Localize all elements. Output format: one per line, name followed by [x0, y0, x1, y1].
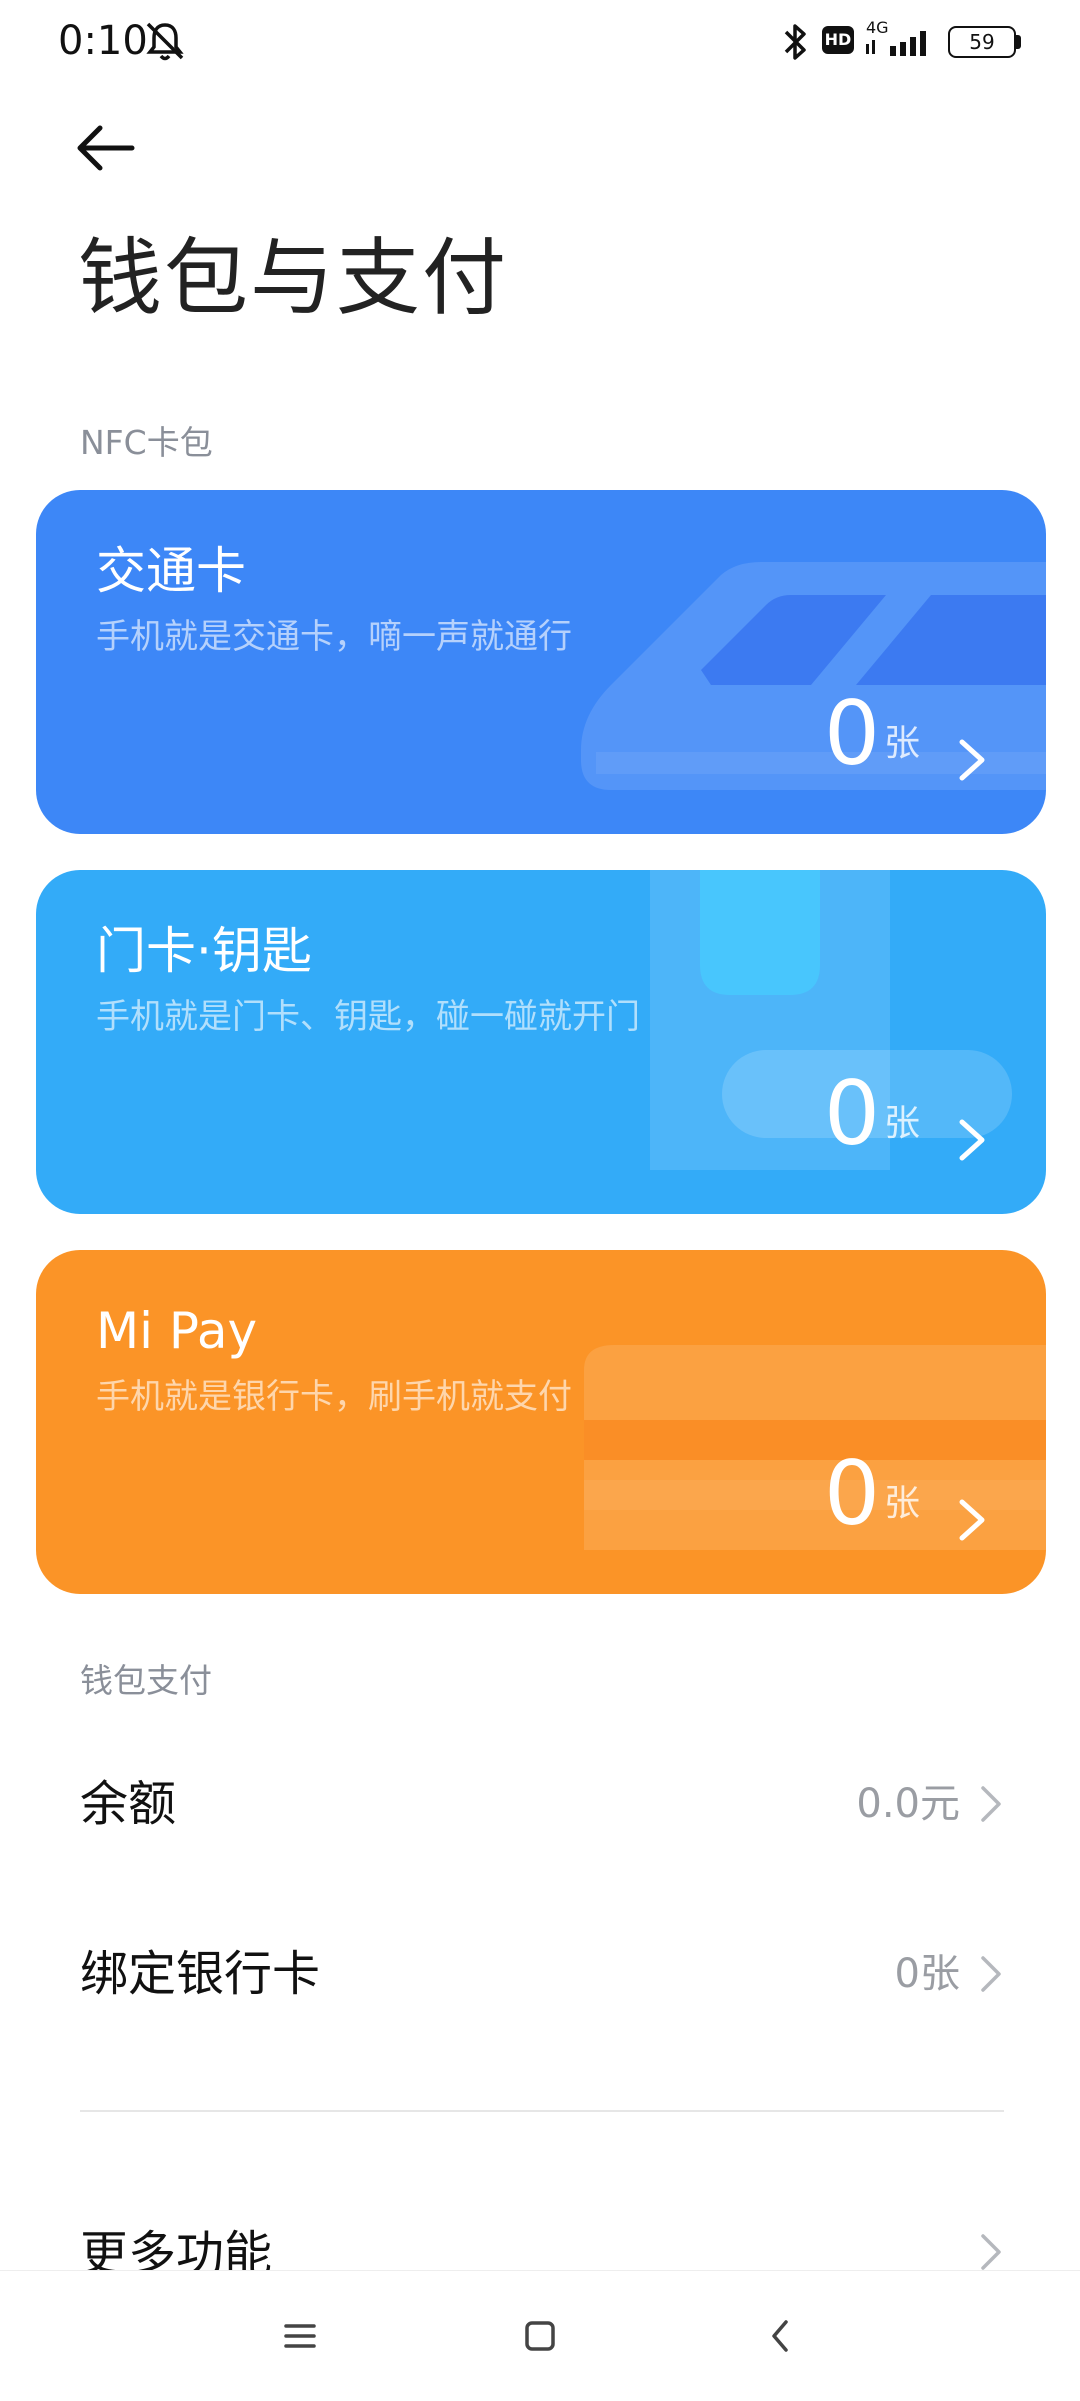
chevron-right-icon	[959, 1499, 985, 1541]
chevron-right-icon	[981, 1786, 1001, 1822]
navigation-bar	[0, 2270, 1080, 2400]
section-label-wallet: 钱包支付	[80, 1661, 212, 1700]
divider	[80, 2110, 1004, 2112]
transit-card[interactable]: 交通卡 手机就是交通卡，嘀一声就通行 0 张	[36, 490, 1046, 834]
bind-bank-card-row[interactable]: 绑定银行卡 0张	[0, 1906, 1080, 2036]
hd-badge: HD	[822, 26, 854, 54]
page-title: 钱包与支付	[78, 229, 509, 327]
section-label-nfc: NFC卡包	[80, 423, 213, 462]
card-title: Mi Pay	[96, 1302, 258, 1360]
chevron-right-icon	[959, 739, 985, 781]
card-subtitle: 手机就是门卡、钥匙，碰一碰就开门	[96, 997, 640, 1037]
home-icon	[525, 2321, 555, 2351]
balance-label: 余额	[80, 1776, 177, 1832]
card-count: 0	[824, 1442, 880, 1545]
nav-back-button[interactable]	[680, 2271, 880, 2401]
card-subtitle: 手机就是交通卡，嘀一声就通行	[96, 617, 572, 657]
bind-bank-card-label: 绑定银行卡	[80, 1946, 321, 2002]
chevron-right-icon	[981, 1956, 1001, 1992]
balance-row[interactable]: 余额 0.0元	[0, 1736, 1080, 1866]
battery-icon: 59	[948, 26, 1016, 58]
signal-icon	[866, 31, 926, 56]
battery-cap	[1016, 35, 1021, 49]
card-unit: 张	[884, 1103, 921, 1144]
access-card[interactable]: 门卡·钥匙 手机就是门卡、钥匙，碰一碰就开门 0 张	[36, 870, 1046, 1214]
mi-pay-card[interactable]: Mi Pay 手机就是银行卡，刷手机就支付 0 张	[36, 1250, 1046, 1594]
bell-muted-icon	[146, 22, 184, 61]
nav-home-button[interactable]	[440, 2271, 640, 2401]
card-title: 交通卡	[96, 542, 246, 600]
status-bar: 0:10 HD 4G 59	[0, 0, 1080, 84]
card-subtitle: 手机就是银行卡，刷手机就支付	[96, 1377, 572, 1417]
status-time: 0:10	[58, 18, 148, 64]
back-arrow-icon[interactable]	[70, 118, 140, 178]
menu-icon	[284, 2324, 316, 2348]
bind-bank-card-value: 0张	[894, 1951, 960, 1997]
card-unit: 张	[884, 723, 921, 764]
card-count: 0	[824, 1062, 880, 1165]
nav-menu-button[interactable]	[200, 2271, 400, 2401]
card-title: 门卡·钥匙	[96, 922, 312, 980]
more-features-label: 更多功能	[80, 2226, 273, 2270]
bluetooth-icon	[784, 24, 806, 60]
balance-value: 0.0元	[856, 1781, 960, 1827]
card-unit: 张	[884, 1483, 921, 1524]
card-count: 0	[824, 682, 880, 785]
more-features-row[interactable]: 更多功能	[0, 2210, 1080, 2270]
nav-back-icon	[772, 2320, 788, 2352]
chevron-right-icon	[981, 2234, 1001, 2270]
chevron-right-icon	[959, 1119, 985, 1161]
